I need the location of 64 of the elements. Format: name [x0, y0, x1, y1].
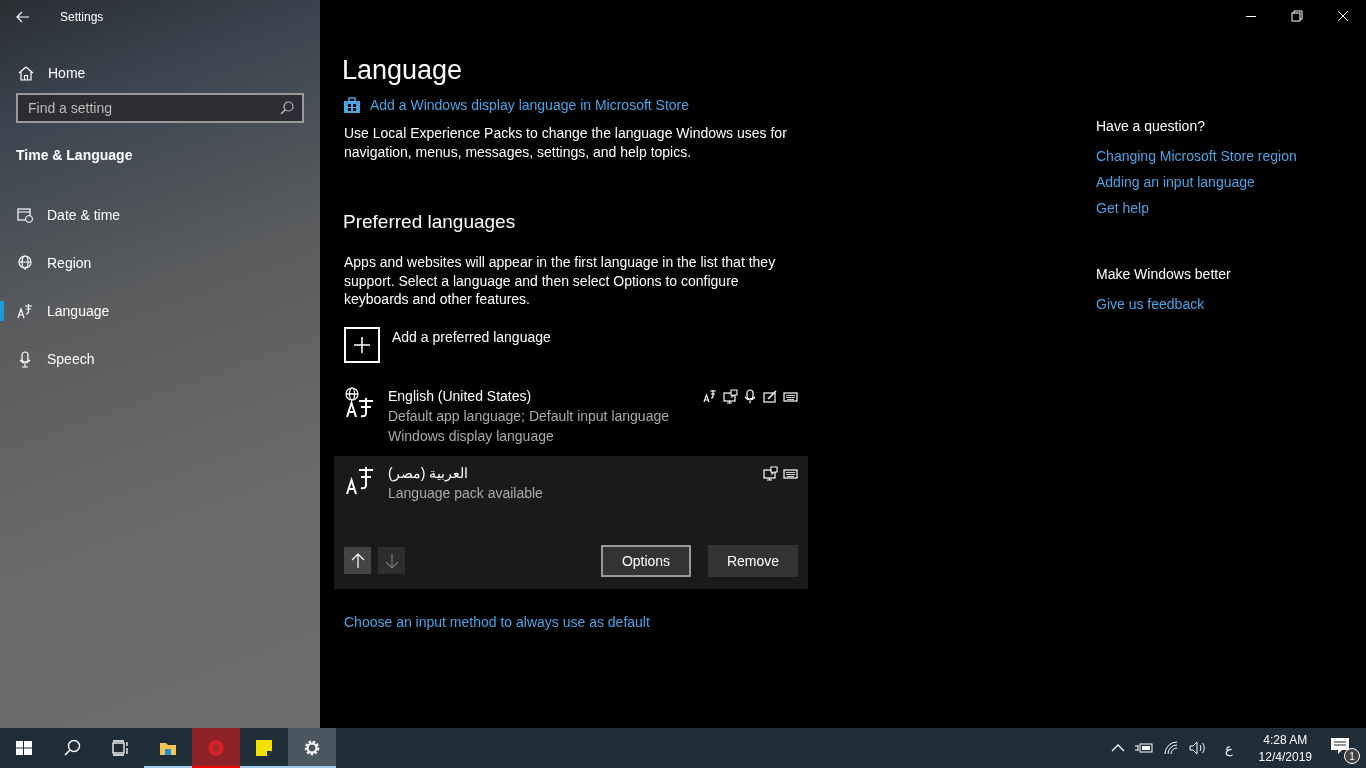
monitor-speech-icon	[723, 388, 738, 404]
language-detail: Default app language; Default input language	[388, 406, 670, 426]
remove-button[interactable]: Remove	[708, 544, 798, 577]
language-detail: Windows display language	[388, 426, 555, 446]
shopping-bag-icon	[343, 96, 361, 114]
pen-box-icon	[763, 388, 778, 404]
window-title: Settings	[60, 9, 104, 24]
language-name: العربية (مصر)	[388, 463, 470, 483]
microphone-icon	[743, 388, 758, 404]
section-heading: Time & Language	[16, 147, 134, 163]
help-link[interactable]: Adding an input language	[1096, 174, 1255, 190]
store-link[interactable]: Add a Windows display language in Microsoft Store	[370, 97, 690, 113]
language-detail: Language pack available	[388, 483, 544, 503]
search-icon	[63, 739, 81, 757]
globe-language-icon	[344, 386, 376, 419]
options-button[interactable]: Options	[601, 544, 691, 577]
notification-count: 1	[1344, 748, 1360, 764]
speaker-icon[interactable]	[1188, 741, 1207, 755]
back-arrow-icon[interactable]	[16, 10, 30, 23]
search-icon	[280, 101, 294, 115]
notification-icon[interactable]	[1330, 736, 1350, 756]
wifi-icon[interactable]	[1162, 741, 1179, 755]
gear-icon	[303, 739, 321, 757]
section-heading: Preferred languages	[343, 211, 516, 233]
help-link[interactable]: Changing Microsoft Store region	[1096, 148, 1297, 164]
opera-logo-icon	[207, 739, 225, 757]
clock-time: 4:28 AM	[1263, 732, 1308, 747]
description-text: Use Local Experience Packs to change the language Windows uses for navigation, menus, messages, settings, and help topics.	[344, 124, 788, 161]
add-language-button[interactable]: Add a preferred language	[344, 326, 551, 363]
windows-logo-icon	[15, 739, 33, 757]
home-icon	[18, 65, 34, 81]
help-heading: Have a question?	[1096, 118, 1205, 134]
description-text: Apps and websites will appear in the first language in the list that they support. Select a language and then select Options to configure keyboards and other features.	[344, 253, 777, 309]
battery-plug-icon[interactable]	[1134, 742, 1153, 754]
feedback-heading: Make Windows better	[1096, 266, 1231, 282]
language-item[interactable]: English (United States) Default app language; Default input language Windows display language	[334, 378, 808, 446]
nav-item[interactable]: Speech	[0, 335, 320, 383]
nav-item[interactable]: Date & time	[0, 191, 320, 239]
language-name: English (United States)	[388, 386, 533, 406]
globe-icon	[17, 254, 33, 272]
input-method-link[interactable]: Choose an input method to always use as default	[344, 613, 650, 630]
move-up-button[interactable]	[344, 547, 371, 574]
calendar-clock-icon	[17, 206, 33, 224]
nav-item[interactable]: Region	[0, 239, 320, 287]
language-icon	[703, 388, 718, 404]
taskbar-button[interactable]	[288, 728, 336, 768]
microphone-icon	[17, 350, 33, 368]
home-nav-item[interactable]: Home	[18, 53, 320, 93]
page-title: Language	[342, 55, 463, 86]
task-view-icon	[111, 739, 129, 757]
monitor-speech-icon	[763, 465, 778, 481]
clock[interactable]: 4:28 AM 12/4/2019	[1258, 732, 1312, 764]
sticky-note-icon	[255, 739, 273, 757]
feedback-link[interactable]: Give us feedback	[1096, 296, 1205, 312]
language-icon	[17, 302, 33, 320]
up-arrow-icon	[350, 552, 365, 569]
search-field[interactable]: Find a setting	[16, 93, 304, 123]
input-indicator[interactable]: ع	[1224, 740, 1233, 756]
nav-item[interactable]: Language	[0, 287, 320, 335]
help-link[interactable]: Get help	[1096, 200, 1149, 216]
plus-icon	[353, 335, 371, 354]
clock-date: 12/4/2019	[1258, 749, 1312, 764]
down-arrow-icon	[384, 552, 399, 569]
chevron-up-icon[interactable]	[1110, 743, 1125, 753]
